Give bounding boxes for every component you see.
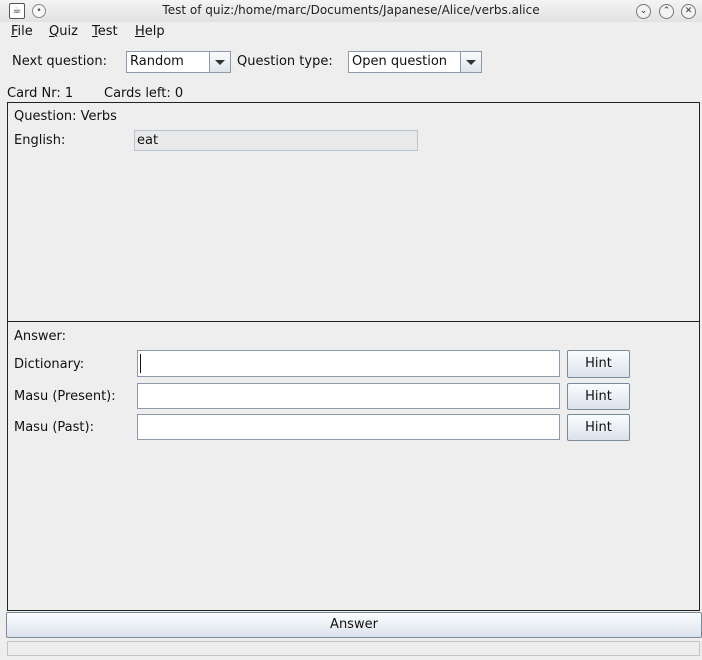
menu-help[interactable]: Help	[135, 24, 165, 39]
english-label: English:	[14, 133, 66, 148]
menu-file[interactable]: File	[11, 24, 33, 39]
window-menu-icon[interactable]: •	[32, 4, 46, 18]
question-type-value: Open question	[352, 54, 448, 69]
masu-past-label: Masu (Past):	[14, 420, 94, 435]
answer-button[interactable]: Answer	[6, 612, 702, 638]
menu-quiz[interactable]: Quiz	[49, 24, 78, 39]
answer-heading: Answer:	[14, 329, 67, 344]
chevron-down-icon[interactable]: ⌄	[636, 4, 651, 19]
chevron-up-icon[interactable]: ⌃	[659, 4, 674, 19]
next-question-value: Random	[130, 54, 184, 69]
english-field: eat	[134, 130, 418, 151]
dictionary-input[interactable]	[137, 350, 560, 377]
cards-left: Cards left: 0	[104, 86, 184, 101]
chevron-down-icon[interactable]	[209, 52, 230, 72]
menu-bar: File Quiz Test Help	[0, 22, 702, 43]
next-question-select[interactable]: Random	[126, 51, 231, 73]
quiz-window: ☕ • Test of quiz:/home/marc/Documents/Ja…	[0, 0, 702, 660]
masu-present-label: Masu (Present):	[14, 389, 116, 404]
question-type-select[interactable]: Open question	[348, 51, 482, 73]
menu-test[interactable]: Test	[92, 24, 118, 39]
dictionary-hint-button[interactable]: Hint	[567, 350, 630, 378]
dictionary-label: Dictionary:	[14, 357, 85, 372]
masu-present-input[interactable]	[137, 383, 560, 409]
masu-past-input[interactable]	[137, 414, 560, 440]
status-bar	[7, 641, 700, 656]
chevron-down-icon[interactable]	[460, 52, 481, 72]
masu-past-hint-button[interactable]: Hint	[567, 414, 630, 441]
close-icon[interactable]: ✕	[681, 4, 696, 19]
next-question-label: Next question:	[12, 54, 107, 69]
masu-present-hint-button[interactable]: Hint	[567, 383, 630, 410]
title-bar: ☕ • Test of quiz:/home/marc/Documents/Ja…	[0, 0, 702, 23]
java-app-icon[interactable]: ☕	[9, 3, 25, 19]
question-type-label: Question type:	[237, 54, 333, 69]
window-title: Test of quiz:/home/marc/Documents/Japane…	[162, 3, 540, 17]
question-heading: Question: Verbs	[14, 109, 117, 124]
card-number: Card Nr: 1	[7, 86, 74, 101]
